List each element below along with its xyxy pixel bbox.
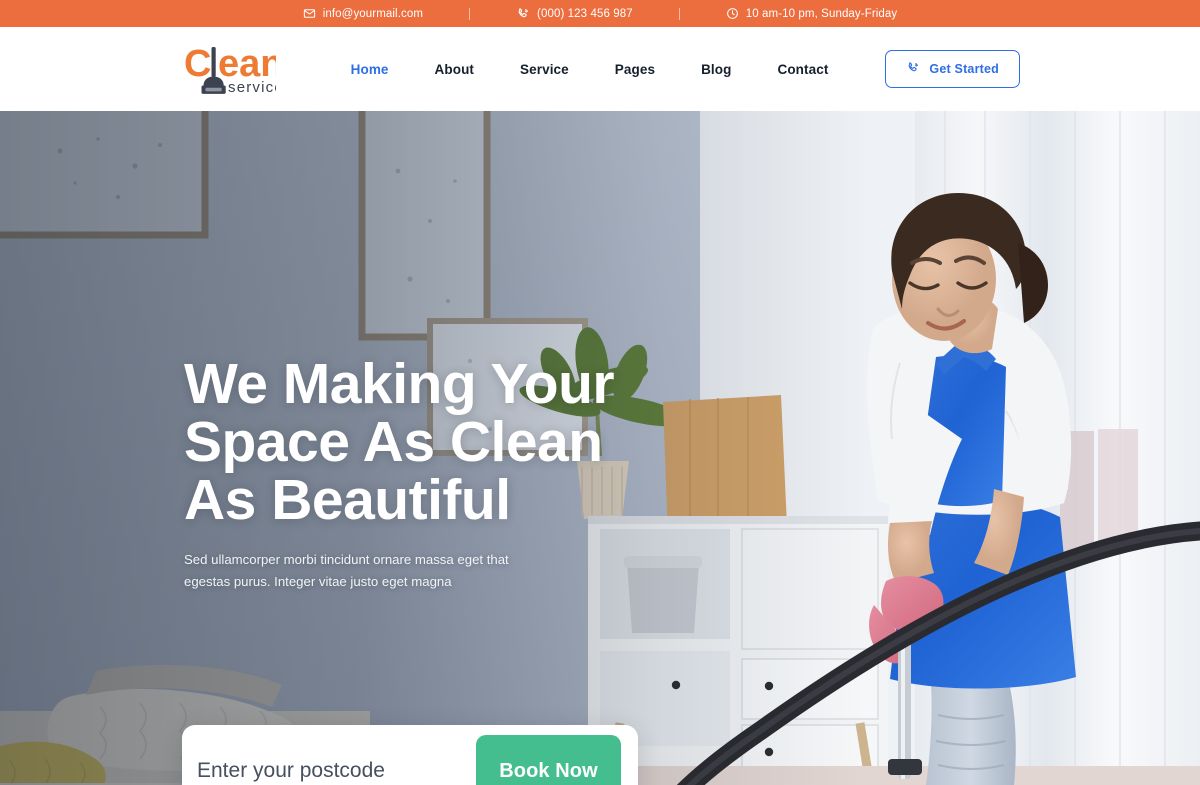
site-logo[interactable]: C ean service — [184, 41, 276, 97]
get-started-label: Get Started — [929, 62, 999, 76]
nav-item-service[interactable]: Service — [497, 62, 592, 77]
topbar-email[interactable]: info@yourmail.com — [303, 7, 423, 20]
get-started-button[interactable]: Get Started — [885, 50, 1020, 88]
main-nav: Home About Service Pages Blog Contact Ge… — [328, 50, 1020, 88]
nav-item-contact[interactable]: Contact — [754, 62, 851, 77]
site-header: C ean service Home About Service Pages B… — [0, 27, 1200, 111]
phone-ring-icon — [906, 61, 920, 78]
phone-ring-icon — [516, 7, 530, 21]
hero-subtitle: Sed ullamcorper morbi tincidunt ornare m… — [184, 552, 509, 589]
clock-icon — [726, 7, 739, 20]
nav-item-pages[interactable]: Pages — [592, 62, 678, 77]
topbar-divider-1 — [469, 7, 471, 20]
topbar-hours: 10 am-10 pm, Sunday-Friday — [726, 7, 898, 20]
topbar-phone[interactable]: (000) 123 456 987 — [516, 7, 633, 21]
nav-item-home[interactable]: Home — [328, 62, 412, 77]
topbar-divider-2 — [678, 7, 680, 20]
hero-title: We Making Your Space As Clean As Beautif… — [184, 352, 615, 532]
topbar-email-text: info@yourmail.com — [322, 7, 424, 20]
topbar-hours-text: 10 am-10 pm, Sunday-Friday — [745, 7, 898, 20]
book-now-button[interactable]: Book Now — [476, 735, 621, 785]
nav-item-blog[interactable]: Blog — [678, 62, 754, 77]
booking-form: Book Now — [182, 725, 638, 785]
nav-item-about[interactable]: About — [412, 62, 497, 77]
svg-text:service: service — [228, 79, 276, 96]
postcode-input[interactable] — [182, 741, 476, 785]
topbar-phone-text: (000) 123 456 987 — [537, 7, 633, 20]
hero-section: We Making Your Space As Clean As Beautif… — [0, 111, 1200, 785]
top-contact-bar: info@yourmail.com (000) 123 456 987 10 a… — [0, 0, 1200, 27]
envelope-icon — [303, 7, 316, 20]
hero-content: We Making Your Space As Clean As Beautif… — [184, 355, 704, 593]
